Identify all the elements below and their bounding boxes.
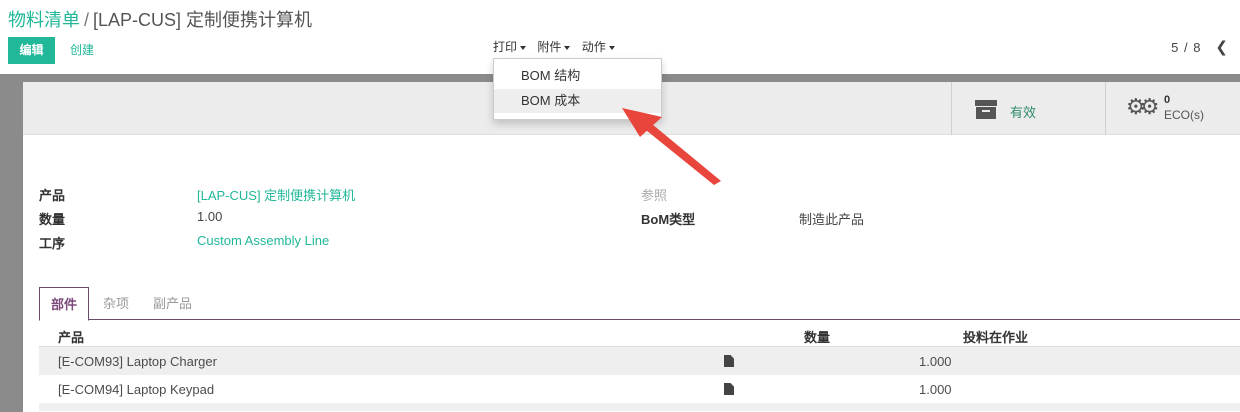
create-button[interactable]: 创建 <box>70 37 94 64</box>
column-header-product[interactable]: 产品 <box>58 327 84 346</box>
gears-icon: ⚙⚙ <box>1126 94 1160 119</box>
bom-type-label: BoM类型 <box>641 212 696 227</box>
breadcrumb-parent-link[interactable]: 物料清单 <box>8 10 80 30</box>
eco-label: ECO(s) <box>1164 108 1204 122</box>
pager-value[interactable]: 5 / 8 <box>1171 40 1201 55</box>
print-menu[interactable]: 打印 <box>493 40 527 54</box>
archive-icon <box>975 100 997 119</box>
table-row-partial <box>39 403 1240 411</box>
pager: 5 / 8 ❮ <box>1171 38 1228 56</box>
attachments-menu[interactable]: 附件 <box>537 40 571 54</box>
active-toggle-button[interactable]: 有效 <box>951 82 1105 135</box>
components-table: 产品 数量 投料在作业 [E-COM93] Laptop Charger 1.0… <box>39 322 1240 411</box>
eco-button[interactable]: ⚙⚙ 0 ECO(s) <box>1105 82 1240 135</box>
action-menu[interactable]: 动作 <box>582 40 615 54</box>
quantity-label: 数量 <box>39 212 66 227</box>
breadcrumb: 物料清单 / [LAP-CUS] 定制便携计算机 <box>8 6 312 32</box>
product-label: 产品 <box>39 188 66 203</box>
caret-down-icon <box>608 45 615 50</box>
print-menu-label: 打印 <box>493 40 518 54</box>
notebook-tabs: 部件 杂项 副产品 <box>39 287 1240 321</box>
table-row[interactable]: [E-COM93] Laptop Charger 1.000 <box>39 347 1240 375</box>
action-menus: 打印 附件 动作 <box>493 38 623 55</box>
edit-button[interactable]: 编辑 <box>8 37 55 64</box>
caret-down-icon <box>564 45 571 50</box>
form-sheet: 有效 ⚙⚙ 0 ECO(s) 产品 [LAP-CUS] 定制便携计算机 数量 1… <box>23 82 1240 412</box>
menu-item-bom-cost[interactable]: BOM 成本 <box>494 89 661 113</box>
content-background-left <box>0 82 23 412</box>
table-row[interactable]: [E-COM94] Laptop Keypad 1.000 <box>39 375 1240 403</box>
column-header-consumed-in[interactable]: 投料在作业 <box>963 327 1028 346</box>
quantity-value: 1.00 <box>197 209 223 224</box>
row-quantity: 1.000 <box>919 354 952 369</box>
file-icon[interactable] <box>724 355 734 367</box>
active-label: 有效 <box>1010 105 1037 120</box>
caret-down-icon <box>520 45 527 50</box>
row-product: [E-COM93] Laptop Charger <box>58 354 217 369</box>
tab-components[interactable]: 部件 <box>39 287 89 321</box>
row-quantity: 1.000 <box>919 382 952 397</box>
file-icon[interactable] <box>724 383 734 395</box>
bom-type-value: 制造此产品 <box>799 212 865 227</box>
breadcrumb-current: [LAP-CUS] 定制便携计算机 <box>93 10 313 30</box>
menu-item-bom-structure[interactable]: BOM 结构 <box>494 64 661 88</box>
column-header-quantity[interactable]: 数量 <box>804 327 830 346</box>
eco-count: 0 <box>1164 94 1171 106</box>
tab-misc[interactable]: 杂项 <box>103 287 129 320</box>
routing-value[interactable]: Custom Assembly Line <box>197 233 329 248</box>
chevron-left-icon[interactable]: ❮ <box>1215 39 1228 56</box>
tab-byproducts[interactable]: 副产品 <box>153 287 192 320</box>
print-dropdown-menu: BOM 结构 BOM 成本 <box>493 58 662 120</box>
routing-label: 工序 <box>39 236 66 251</box>
product-value[interactable]: [LAP-CUS] 定制便携计算机 <box>197 185 355 204</box>
action-menu-label: 动作 <box>581 40 606 54</box>
table-header: 产品 数量 投料在作业 <box>39 322 1240 347</box>
reference-label: 参照 <box>641 188 668 203</box>
attachments-menu-label: 附件 <box>537 40 562 54</box>
row-product: [E-COM94] Laptop Keypad <box>58 382 215 397</box>
breadcrumb-separator: / <box>84 10 90 30</box>
